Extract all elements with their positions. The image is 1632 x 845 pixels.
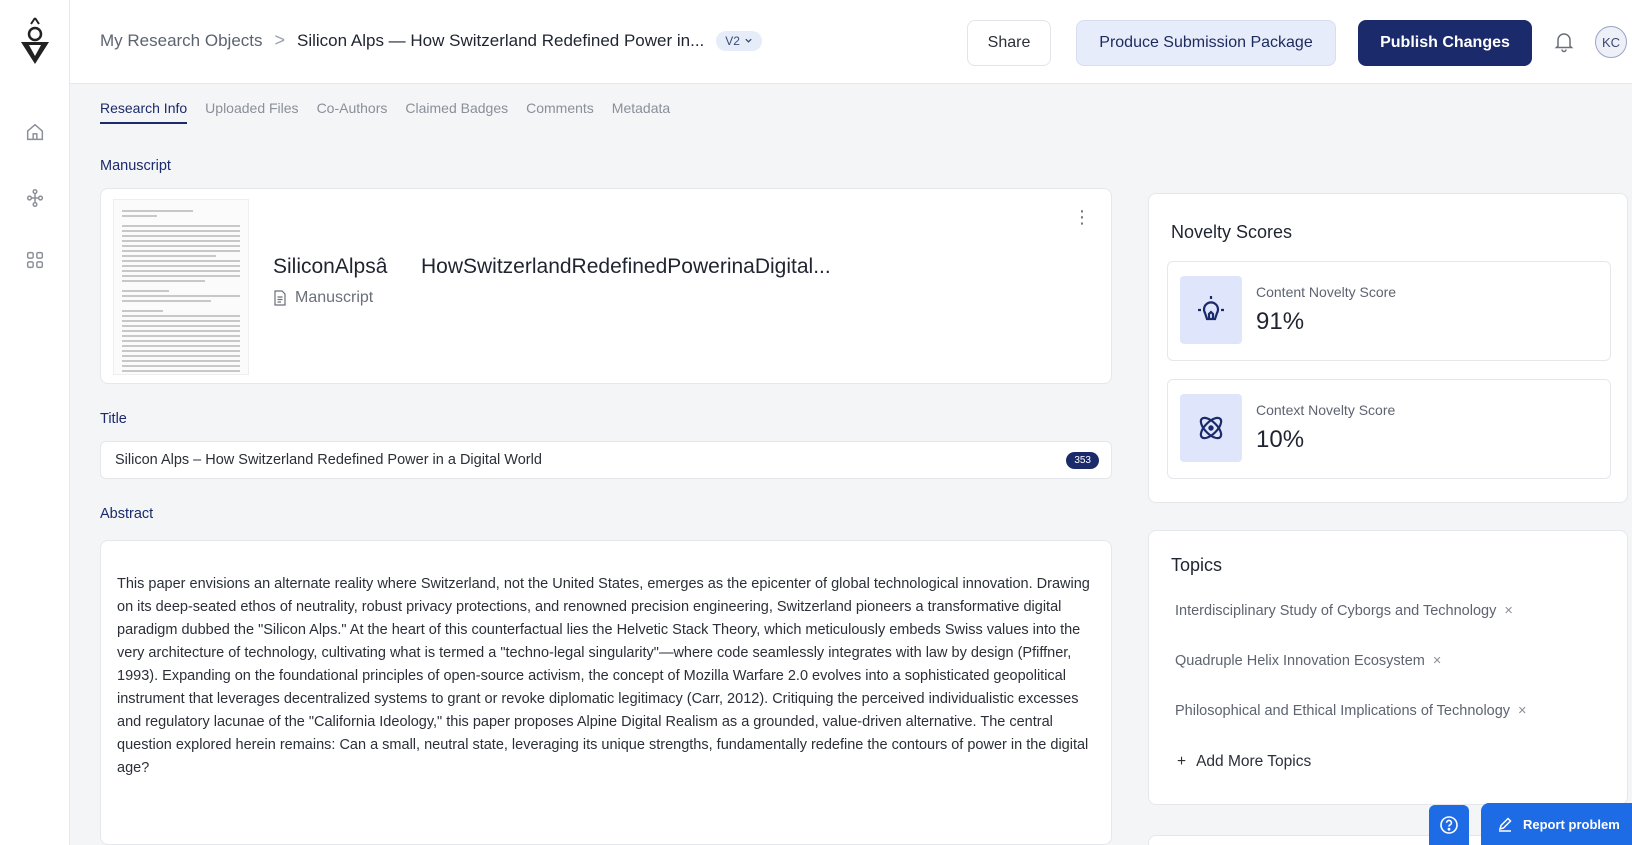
tab-comments[interactable]: Comments: [526, 100, 594, 124]
topic-chip: Philosophical and Ethical Implications o…: [1175, 703, 1527, 719]
title-section-label: Title: [100, 411, 127, 427]
chevron-down-icon: [745, 38, 752, 43]
remove-topic-icon[interactable]: ×: [1433, 653, 1441, 669]
breadcrumb-separator: >: [274, 30, 286, 50]
remove-topic-icon[interactable]: ×: [1518, 703, 1526, 719]
lightbulb-icon: [1180, 276, 1242, 344]
logo-icon[interactable]: [18, 12, 52, 70]
produce-submission-package-button[interactable]: Produce Submission Package: [1076, 20, 1336, 66]
add-more-topics-label: Add More Topics: [1196, 753, 1312, 770]
topic-label: Philosophical and Ethical Implications o…: [1175, 703, 1511, 719]
topic-label: Quadruple Helix Innovation Ecosystem: [1175, 653, 1425, 669]
tab-research-info[interactable]: Research Info: [100, 100, 188, 124]
help-icon: [1440, 816, 1458, 834]
novelty-scores-title: Novelty Scores: [1171, 222, 1293, 242]
abstract-textarea[interactable]: This paper envisions an alternate realit…: [100, 540, 1112, 845]
manuscript-thumbnail[interactable]: [113, 199, 249, 375]
tab-claimed-badges[interactable]: Claimed Badges: [405, 100, 508, 124]
home-icon[interactable]: [20, 117, 50, 147]
novelty-scores-card: Novelty Scores Content Novelty Score 91%…: [1148, 193, 1628, 503]
title-input[interactable]: Silicon Alps – How Switzerland Redefined…: [100, 441, 1112, 479]
tab-uploaded-files[interactable]: Uploaded Files: [205, 100, 298, 124]
topics-card: Topics Interdisciplinary Study of Cyborg…: [1148, 530, 1628, 805]
version-label: V2: [725, 33, 740, 48]
manuscript-file-type: Manuscript: [273, 289, 373, 307]
remove-topic-icon[interactable]: ×: [1504, 603, 1512, 619]
bell-icon[interactable]: [1552, 29, 1578, 55]
topic-chip: Interdisciplinary Study of Cyborgs and T…: [1175, 603, 1513, 619]
grid-icon[interactable]: [20, 245, 50, 275]
report-problem-button[interactable]: Report problem: [1481, 803, 1632, 845]
character-count-badge: 353: [1066, 452, 1099, 469]
tab-co-authors[interactable]: Co-Authors: [317, 100, 388, 124]
manuscript-file-type-label: Manuscript: [295, 289, 374, 306]
title-input-value: Silicon Alps – How Switzerland Redefined…: [115, 452, 542, 468]
context-novelty-value: 10%: [1256, 426, 1305, 453]
avatar[interactable]: KC: [1595, 26, 1627, 58]
manuscript-section-label: Manuscript: [100, 158, 171, 174]
breadcrumb-current: Silicon Alps — How Switzerland Redefined…: [297, 30, 705, 50]
abstract-section-label: Abstract: [100, 506, 154, 522]
context-novelty-label: Context Novelty Score: [1256, 402, 1396, 418]
add-more-topics-button[interactable]: + Add More Topics: [1177, 753, 1311, 771]
pencil-icon: [1498, 817, 1512, 832]
tab-metadata[interactable]: Metadata: [612, 100, 670, 124]
breadcrumb-root-link[interactable]: My Research Objects: [100, 31, 263, 51]
report-problem-label: Report problem: [1523, 816, 1620, 832]
abstract-text: This paper envisions an alternate realit…: [117, 576, 1090, 776]
top-header: My Research Objects > Silicon Alps — How…: [70, 0, 1632, 84]
left-rail: [0, 0, 70, 845]
topic-chip: Quadruple Helix Innovation Ecosystem ×: [1175, 653, 1441, 669]
content-novelty-score: Content Novelty Score 91%: [1167, 261, 1611, 361]
context-novelty-score: Context Novelty Score 10%: [1167, 379, 1611, 479]
help-button[interactable]: [1429, 805, 1469, 845]
document-icon: [274, 290, 286, 306]
content-novelty-value: 91%: [1256, 308, 1305, 335]
share-button[interactable]: Share: [967, 20, 1051, 66]
plus-icon: +: [1177, 753, 1187, 770]
publish-changes-button[interactable]: Publish Changes: [1358, 20, 1532, 66]
manuscript-file-title[interactable]: SiliconAlpsâHowSwitzerlandRedefinedPow…: [273, 253, 831, 280]
topic-label: Interdisciplinary Study of Cyborgs and T…: [1175, 603, 1497, 619]
version-dropdown[interactable]: V2: [716, 30, 762, 51]
breadcrumb: My Research Objects > Silicon Alps — How…: [100, 30, 762, 51]
network-icon[interactable]: [20, 183, 50, 213]
more-options-icon[interactable]: ⋮: [1073, 207, 1091, 228]
topics-title: Topics: [1171, 555, 1223, 575]
content-novelty-label: Content Novelty Score: [1256, 284, 1397, 300]
tab-bar: Research Info Uploaded Files Co-Authors …: [100, 100, 670, 124]
atom-icon: [1180, 394, 1242, 462]
manuscript-card[interactable]: SiliconAlpsâHowSwitzerlandRedefinedPow…: [100, 188, 1112, 384]
